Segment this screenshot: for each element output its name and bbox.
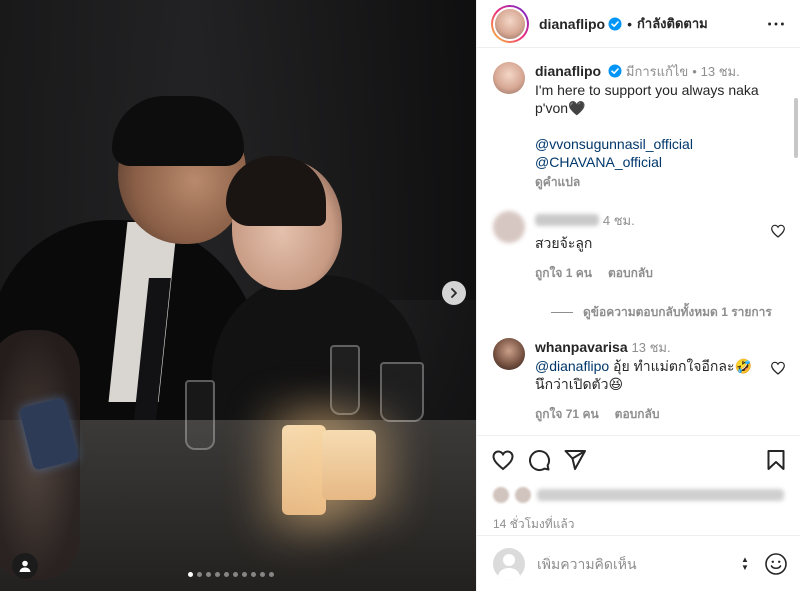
comment-mention-link[interactable]: @dianaflipo bbox=[535, 358, 609, 374]
chevron-right-icon bbox=[451, 288, 457, 298]
instagram-post-view: dianaflipo • กำลังติดตาม dianaflipo มีกา… bbox=[0, 0, 800, 591]
comment-text: สวยจ้ะลูก bbox=[535, 235, 593, 251]
comment-item: whanpavarisa 13 ชม. @dianaflipo อุ้ย ทำแ… bbox=[493, 338, 786, 423]
verified-badge-icon bbox=[608, 17, 622, 30]
verified-badge-icon bbox=[608, 64, 622, 78]
paper-plane-icon[interactable] bbox=[563, 448, 587, 472]
comment-heart-icon[interactable] bbox=[770, 360, 786, 376]
carousel-dot bbox=[242, 572, 247, 577]
caption-username[interactable]: dianaflipo bbox=[535, 63, 601, 79]
heart-icon[interactable] bbox=[491, 448, 515, 472]
carousel-dot bbox=[233, 572, 238, 577]
liker-avatar bbox=[493, 487, 509, 503]
more-options-icon bbox=[768, 22, 784, 25]
caption-tag-link[interactable]: @CHAVANA_official bbox=[535, 153, 786, 171]
liker-avatar bbox=[514, 487, 531, 503]
separator-dot: • bbox=[692, 64, 697, 79]
current-user-avatar bbox=[493, 547, 525, 580]
user-tag-button[interactable] bbox=[12, 553, 38, 579]
comment-likes[interactable]: ถูกใจ 1 คน bbox=[535, 264, 592, 282]
comment-heart-icon[interactable] bbox=[770, 223, 786, 239]
post-photo[interactable] bbox=[0, 0, 476, 591]
carousel-dot bbox=[197, 572, 202, 577]
default-avatar-icon bbox=[497, 553, 521, 580]
liked-by-text-blurred bbox=[536, 489, 784, 501]
comment-likes[interactable]: ถูกใจ 71 คน bbox=[535, 405, 599, 423]
carousel-dot bbox=[215, 572, 220, 577]
caption-tag-link[interactable]: @vvonsugunnasil_official bbox=[535, 135, 786, 153]
next-slide-button[interactable] bbox=[442, 281, 466, 305]
comment-time[interactable]: 13 ชม. bbox=[632, 340, 671, 355]
more-options-button[interactable] bbox=[764, 12, 788, 36]
caption-edited-label: มีการแก้ไข bbox=[625, 64, 689, 79]
author-username[interactable]: dianaflipo bbox=[539, 16, 605, 32]
caption-avatar[interactable] bbox=[493, 62, 525, 94]
liked-by-line-blurred[interactable] bbox=[477, 483, 800, 507]
carousel-dot bbox=[260, 572, 265, 577]
carousel-dot bbox=[224, 572, 229, 577]
view-replies-button[interactable]: ดูข้อความตอบกลับทั้งหมด 1 รายการ bbox=[551, 304, 786, 320]
comment-time[interactable]: 4 ชม. bbox=[603, 213, 635, 228]
photo-glass bbox=[185, 380, 215, 450]
comment-reply-button[interactable]: ตอบกลับ bbox=[608, 264, 653, 282]
emoji-icon[interactable] bbox=[764, 552, 788, 576]
photo-man-hair bbox=[112, 96, 244, 166]
comments-list[interactable]: dianaflipo มีการแก้ไข • 13 ชม. I'm here … bbox=[477, 48, 800, 435]
photo-candle bbox=[282, 425, 326, 515]
caption-text: I'm here to support you always naka p'vo… bbox=[535, 82, 759, 116]
comment-reply-button[interactable]: ตอบกลับ bbox=[615, 405, 660, 423]
photo-candle bbox=[322, 430, 376, 500]
comment-icon[interactable] bbox=[527, 448, 551, 472]
separator-dot: • bbox=[627, 15, 633, 32]
bookmark-icon[interactable] bbox=[764, 448, 788, 472]
carousel-dot bbox=[251, 572, 256, 577]
caption: dianaflipo มีการแก้ไข • 13 ชม. I'm here … bbox=[493, 62, 786, 191]
carousel-dot bbox=[269, 572, 274, 577]
post-time-ago[interactable]: 14 ชั่วโมงที่แล้ว bbox=[477, 507, 800, 535]
comment-username-blurred[interactable] bbox=[535, 214, 599, 226]
caption-time[interactable]: 13 ชม. bbox=[701, 64, 740, 79]
caption-tags: @vvonsugunnasil_official @CHAVANA_offici… bbox=[535, 135, 786, 171]
comment-avatar[interactable] bbox=[493, 338, 525, 370]
input-spinner-icon[interactable]: ▲ ▼ bbox=[738, 554, 752, 574]
comment-username[interactable]: whanpavarisa bbox=[535, 339, 628, 355]
post-side-panel: dianaflipo • กำลังติดตาม dianaflipo มีกา… bbox=[476, 0, 800, 591]
user-tag-icon bbox=[19, 560, 31, 572]
replies-line bbox=[551, 312, 573, 313]
see-translation-button[interactable]: ดูคำแปล bbox=[535, 173, 786, 191]
add-comment-bar: ▲▼ bbox=[477, 535, 800, 591]
view-replies-label[interactable]: ดูข้อความตอบกลับทั้งหมด 1 รายการ bbox=[583, 304, 772, 320]
comment-avatar[interactable] bbox=[493, 211, 525, 243]
author-avatar[interactable] bbox=[491, 4, 529, 43]
post-action-bar bbox=[477, 435, 800, 483]
carousel-dots bbox=[188, 572, 274, 577]
post-header: dianaflipo • กำลังติดตาม bbox=[477, 0, 800, 48]
carousel-dot bbox=[188, 572, 193, 577]
comment-input[interactable] bbox=[537, 555, 726, 572]
photo-glass bbox=[380, 362, 424, 422]
comment-item: 4 ชม. สวยจ้ะลูก ถูกใจ 1 คน ตอบกลับ bbox=[493, 211, 786, 282]
carousel-dot bbox=[206, 572, 211, 577]
photo-glass bbox=[330, 345, 360, 415]
following-button[interactable]: กำลังติดตาม bbox=[637, 13, 708, 34]
comments-scrollbar[interactable] bbox=[794, 98, 798, 158]
